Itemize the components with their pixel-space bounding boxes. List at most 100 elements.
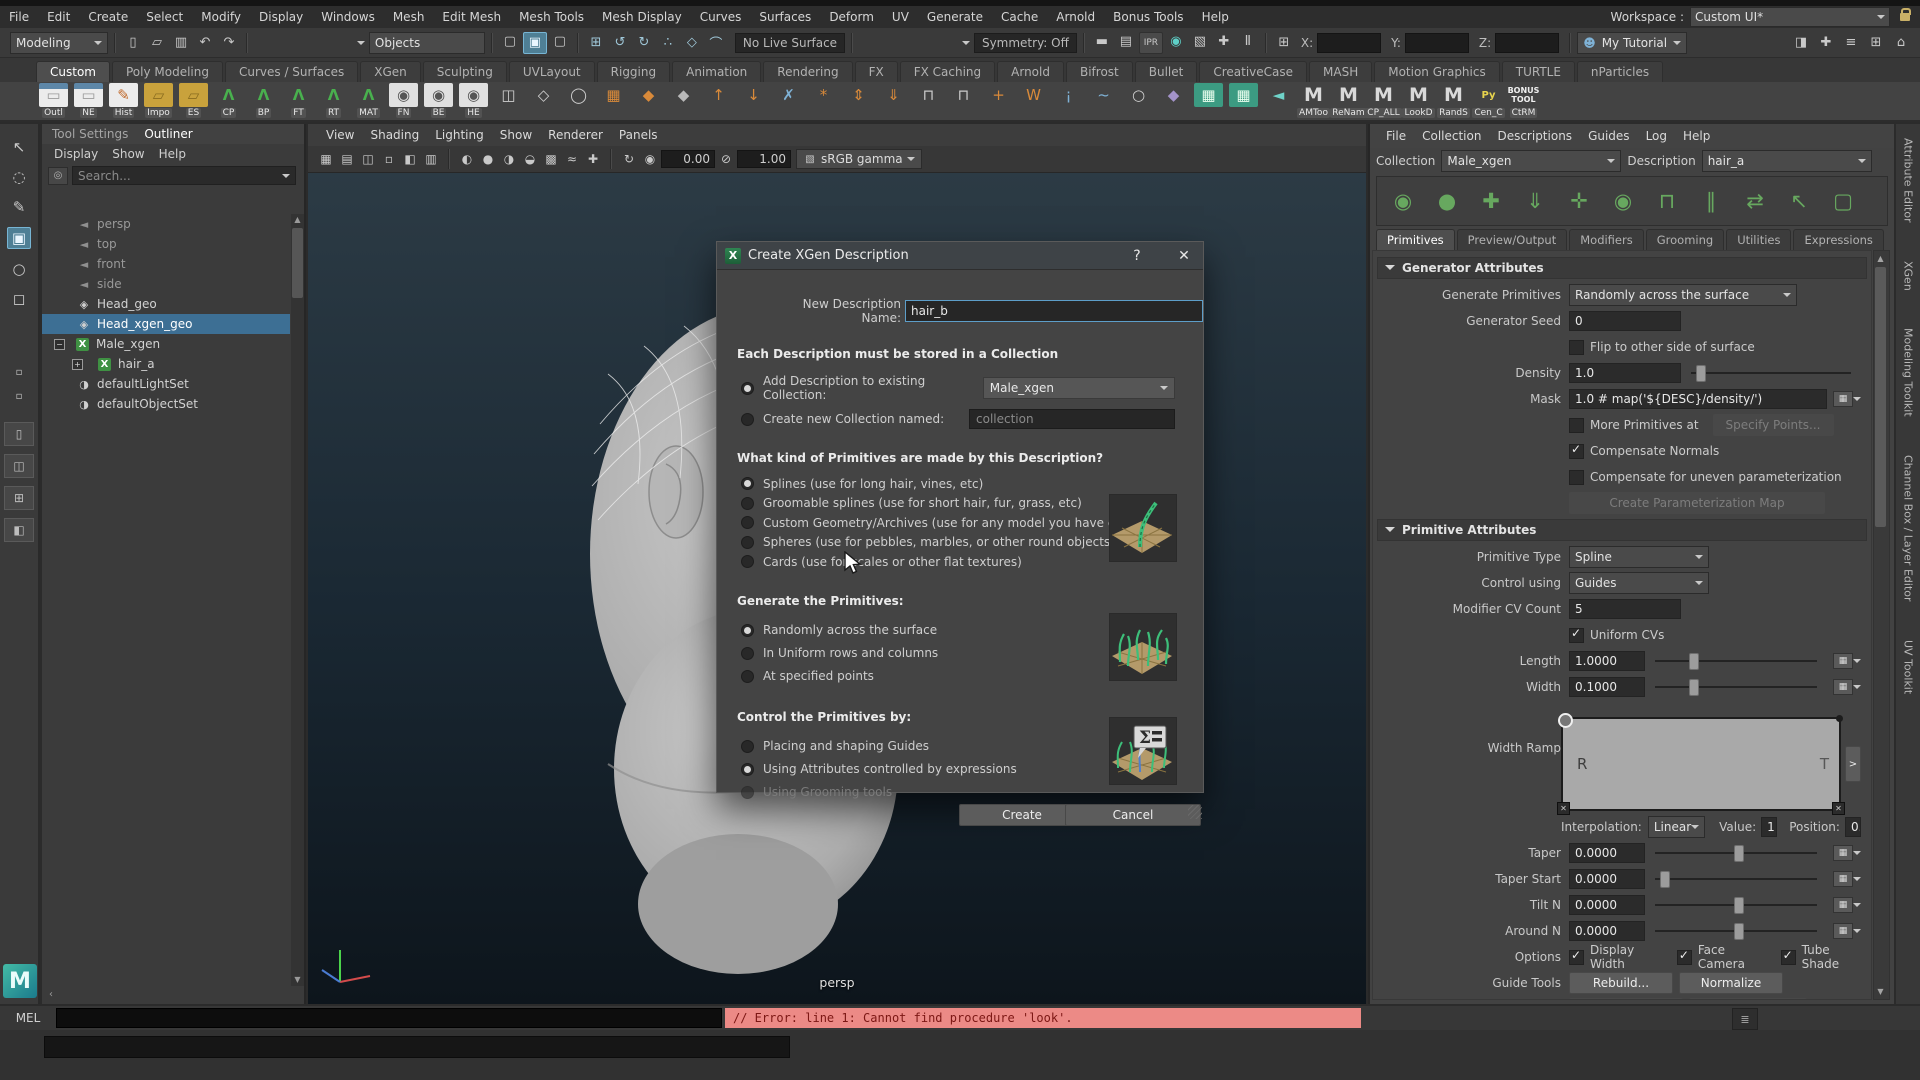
viewport-menu-item[interactable]: Lighting xyxy=(427,128,492,142)
shelf-button[interactable]: ¡ xyxy=(1051,82,1086,107)
width-ramp-editor[interactable]: R T ✕ ✕ > xyxy=(1561,717,1861,811)
xgen-tab[interactable]: Expressions xyxy=(1793,229,1883,250)
scroll-down-icon[interactable]: ▼ xyxy=(1874,985,1887,998)
menu-item[interactable]: Create xyxy=(79,6,137,28)
selection-mask-combo[interactable]: Objects xyxy=(369,32,485,54)
shelf-button[interactable]: M AMToo xyxy=(1296,82,1331,118)
file-tool-icon[interactable]: ▥ xyxy=(170,33,192,53)
sidebar-toggle-icon[interactable]: ✚ xyxy=(1815,33,1837,53)
shelf-button[interactable]: ⊓ xyxy=(946,82,981,107)
layout-shortcut-button[interactable]: ◧ xyxy=(4,518,34,542)
command-input[interactable] xyxy=(56,1008,722,1028)
layout-shortcut-button[interactable]: ⊞ xyxy=(4,486,34,510)
new-collection-radio[interactable] xyxy=(741,413,754,426)
shelf-tab[interactable]: FX xyxy=(855,61,898,82)
viewport-display-icon[interactable]: ◫ xyxy=(358,149,378,169)
colorspace-combo[interactable]: ▧ sRGB gamma xyxy=(796,149,922,169)
viewport-camera-icon[interactable]: ◉ xyxy=(640,149,660,169)
primitive-attributes-frame[interactable]: Primitive Attributes xyxy=(1377,519,1867,541)
outliner-item[interactable]: ◑ defaultObjectSet xyxy=(42,394,290,414)
xgen-menu-item[interactable]: Help xyxy=(1675,129,1718,143)
shelf-button[interactable]: ◆ xyxy=(666,82,701,107)
xgen-tool-icon[interactable]: ◉ xyxy=(1383,181,1423,221)
viewport-display-icon[interactable]: ▫ xyxy=(379,149,399,169)
tool-icon[interactable]: ○ xyxy=(8,259,30,279)
outliner-menu-item[interactable]: Show xyxy=(112,147,144,161)
shelf-button[interactable]: ▦ xyxy=(1226,82,1261,107)
compensate-normals-checkbox[interactable] xyxy=(1569,444,1584,459)
side-panel-tab[interactable]: Modeling Toolkit xyxy=(1902,328,1915,417)
texture-map-icon[interactable]: ▦ xyxy=(1833,679,1853,695)
outliner-item[interactable]: ◄ top xyxy=(42,234,290,254)
tool-extra-icon[interactable]: ▫ xyxy=(8,386,30,406)
outliner-item[interactable]: ◄ side xyxy=(42,274,290,294)
display-width-checkbox[interactable] xyxy=(1569,950,1584,965)
xgen-menu-item[interactable]: Log xyxy=(1638,129,1675,143)
collection-combo[interactable]: Male_xgen xyxy=(1441,150,1621,172)
taper-slider[interactable] xyxy=(1655,845,1817,861)
xgen-tool-icon[interactable]: ✚ xyxy=(1471,181,1511,221)
uniform-cvs-checkbox[interactable] xyxy=(1569,628,1584,643)
scroll-up-icon[interactable]: ▲ xyxy=(291,214,304,226)
viewport-shading-icon[interactable]: ◒ xyxy=(520,149,540,169)
xgen-tab[interactable]: Primitives xyxy=(1376,229,1455,250)
xgen-menu-item[interactable]: Collection xyxy=(1414,129,1489,143)
length-field[interactable]: 1.0000 xyxy=(1569,651,1645,671)
shelf-tab[interactable]: Animation xyxy=(672,61,761,82)
snap-icon[interactable]: ◇ xyxy=(681,33,703,53)
shelf-button[interactable]: M CP_ALL xyxy=(1366,82,1401,118)
symmetry-field[interactable]: Symmetry: Off xyxy=(974,33,1077,53)
shelf-button[interactable]: ◉ HE xyxy=(456,82,491,118)
render-icon[interactable]: ✚ xyxy=(1213,32,1235,52)
taper-field[interactable]: 0.0000 xyxy=(1569,843,1645,863)
viewport-display-icon[interactable]: ▥ xyxy=(421,149,441,169)
outliner-item[interactable]: ◄ persp xyxy=(42,214,290,234)
tool-icon[interactable]: ✎ xyxy=(8,197,30,217)
side-panel-tab[interactable]: Attribute Editor xyxy=(1902,138,1915,223)
close-button[interactable]: ✕ xyxy=(1173,248,1195,264)
shelf-button[interactable]: ✎ Hist xyxy=(106,82,141,118)
chevron-down-icon[interactable] xyxy=(1853,851,1861,859)
around-slider[interactable] xyxy=(1655,923,1817,939)
grid-coords-icon[interactable]: ⊞ xyxy=(1273,33,1295,53)
custom-geometry-radio[interactable] xyxy=(741,516,754,529)
shelf-tab[interactable]: Motion Graphics xyxy=(1374,61,1500,82)
viewport-menu-item[interactable]: Shading xyxy=(362,128,427,142)
cancel-button[interactable]: Cancel xyxy=(1065,804,1201,826)
snap-icon[interactable]: ↻ xyxy=(633,33,655,53)
shelf-button[interactable]: ◆ xyxy=(1156,82,1191,107)
menu-item[interactable]: Display xyxy=(250,6,312,28)
shelf-button[interactable]: ◄ xyxy=(1261,82,1296,107)
taper-start-field[interactable]: 0.0000 xyxy=(1569,869,1645,889)
ramp-position-field[interactable]: 0.000 xyxy=(1845,817,1861,837)
panel-tab[interactable]: Outliner xyxy=(144,127,192,141)
script-editor-icon[interactable]: ≣ xyxy=(1732,1008,1758,1030)
shelf-button[interactable]: ○ xyxy=(1121,82,1156,107)
live-surface-field[interactable]: No Live Surface xyxy=(735,33,845,53)
viewport-menu-item[interactable]: Renderer xyxy=(540,128,611,142)
outliner-menu-item[interactable]: Help xyxy=(159,147,186,161)
xgen-tool-icon[interactable]: ● xyxy=(1427,181,1467,221)
panel-tab[interactable]: Tool Settings xyxy=(52,127,128,141)
sidebar-toggle-icon[interactable]: ◨ xyxy=(1790,33,1812,53)
shelf-button[interactable]: ▭ Outl xyxy=(36,82,71,118)
shelf-button[interactable]: ▦ xyxy=(596,82,631,107)
shelf-button[interactable]: ~ xyxy=(1086,82,1121,107)
menu-item[interactable]: Bonus Tools xyxy=(1104,6,1192,28)
ramp-expand-button[interactable]: > xyxy=(1845,746,1861,782)
shelf-button[interactable]: M LookD xyxy=(1401,82,1436,118)
flip-checkbox[interactable] xyxy=(1569,340,1584,355)
set-length-button[interactable]: Set Length... xyxy=(1569,998,1683,1000)
more-primitives-checkbox[interactable] xyxy=(1569,418,1584,433)
compensate-uneven-checkbox[interactable] xyxy=(1569,470,1584,485)
viewport-shading-icon[interactable]: ◐ xyxy=(457,149,477,169)
viewport-shading-icon[interactable]: ✚ xyxy=(583,149,603,169)
shelf-tab[interactable]: Bullet xyxy=(1135,61,1198,82)
x-input[interactable] xyxy=(1317,33,1381,53)
splines-radio[interactable] xyxy=(741,477,754,490)
xgen-tab[interactable]: Utilities xyxy=(1726,229,1791,250)
shelf-tab[interactable]: TURTLE xyxy=(1502,61,1575,82)
render-icon[interactable]: ▤ xyxy=(1115,32,1137,52)
xgen-tool-icon[interactable]: ⇓ xyxy=(1515,181,1555,221)
help-button[interactable]: ? xyxy=(1126,248,1148,264)
